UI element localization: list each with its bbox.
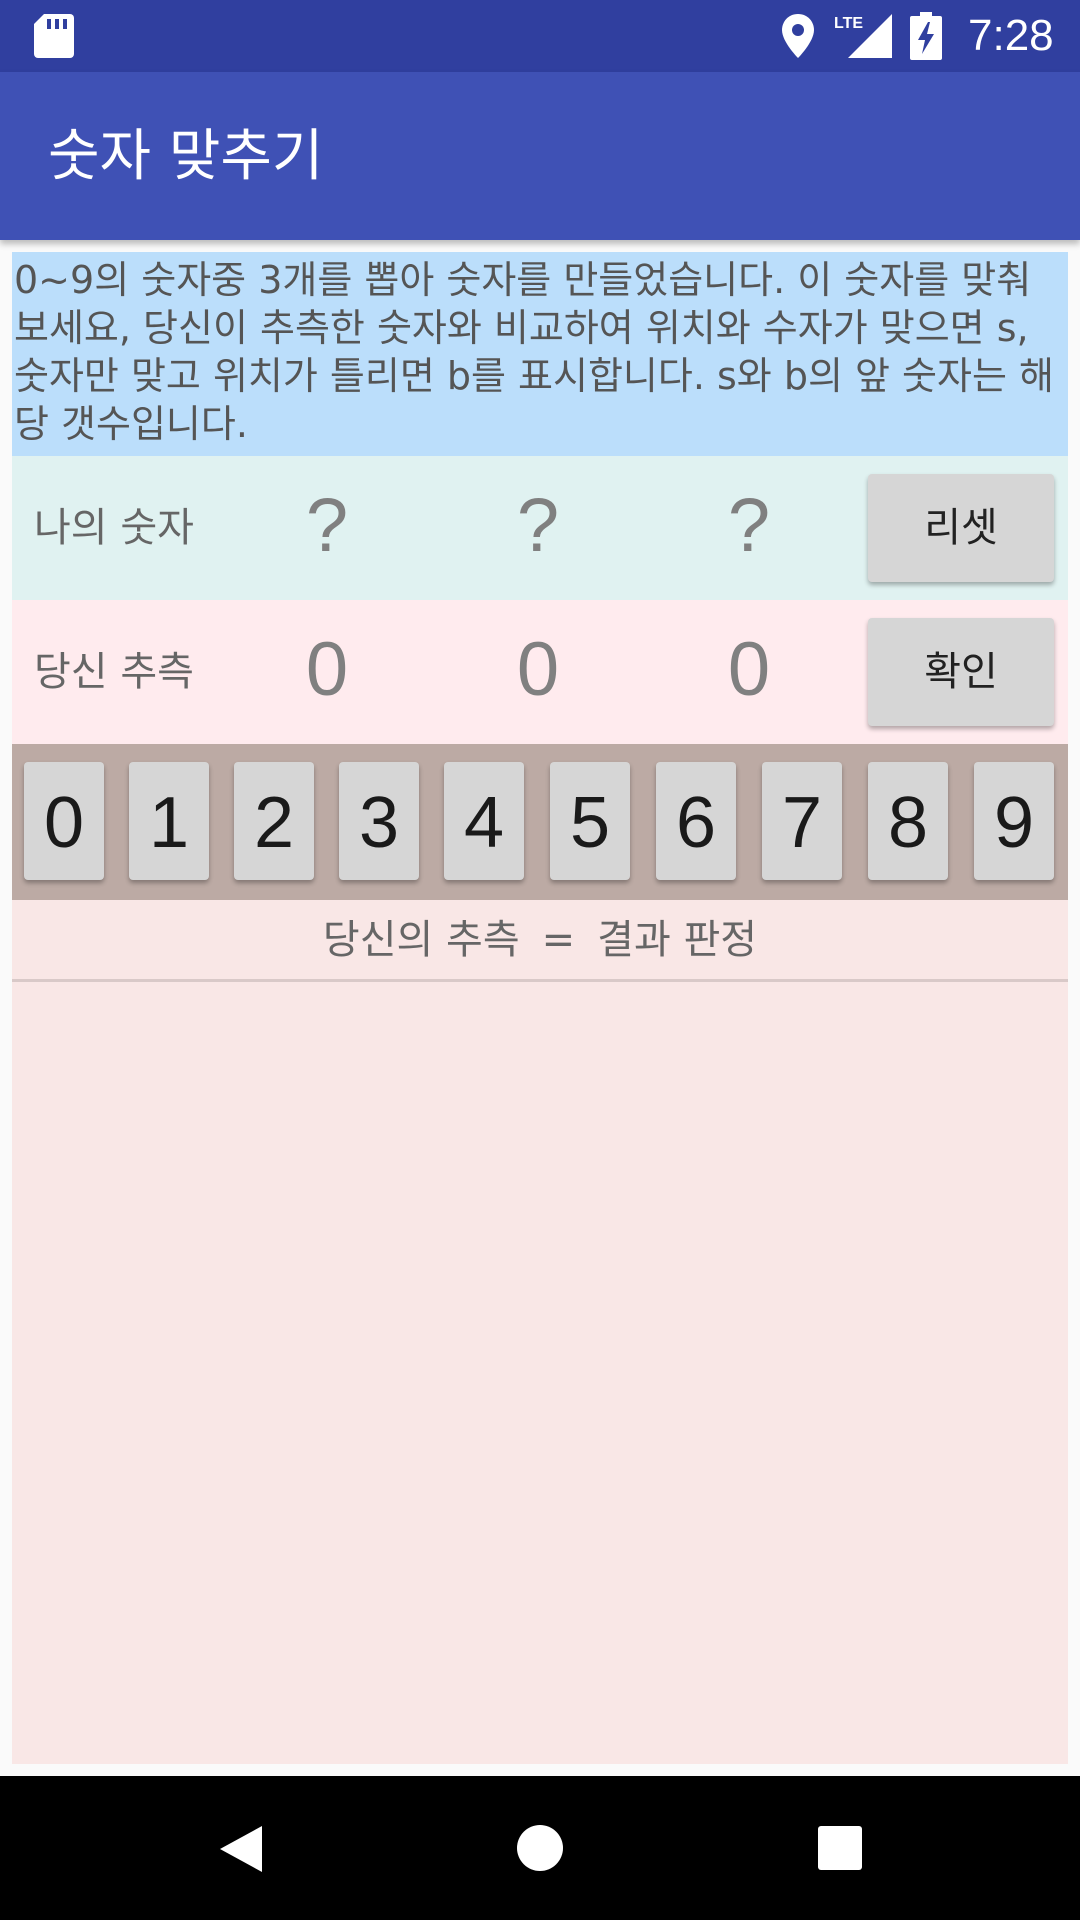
battery-charging-icon: [910, 12, 942, 60]
svg-text:LTE: LTE: [834, 15, 863, 32]
digit-keypad: 0 1 2 3 4 5 6 7 8 9: [12, 744, 1068, 900]
result-header-separator: =: [541, 917, 576, 963]
key-6[interactable]: 6: [656, 762, 736, 880]
my-number-digit-1: ?: [305, 483, 349, 568]
result-header-guess: 당신의 추측: [322, 917, 520, 963]
status-time: 7:28: [968, 11, 1054, 60]
key-2[interactable]: 2: [234, 762, 314, 880]
recent-apps-icon[interactable]: [818, 1826, 862, 1870]
guess-row: 당신 추측 0 0 0 확인: [12, 600, 1068, 744]
page-title: 숫자 맞추기: [48, 124, 324, 189]
key-1[interactable]: 1: [129, 762, 209, 880]
key-0[interactable]: 0: [24, 762, 104, 880]
status-bar: LTE 7:28: [0, 0, 1080, 72]
lte-signal-icon: LTE: [834, 14, 892, 58]
result-header-judgement: 결과 판정: [597, 917, 758, 963]
my-number-row: 나의 숫자 ? ? ? 리셋: [12, 456, 1068, 600]
navigation-bar: [0, 1776, 1080, 1920]
my-number-digit-2: ?: [516, 483, 560, 568]
guess-digit-3[interactable]: 0: [689, 620, 809, 720]
result-list: [12, 982, 1068, 1764]
game-content: 0~9의 숫자중 3개를 뽑아 숫자를 만들었습니다. 이 숫자를 맞춰 보세요…: [12, 252, 1068, 1764]
guess-digit-1[interactable]: 0: [267, 620, 387, 720]
result-header: 당신의 추측 = 결과 판정: [12, 900, 1068, 982]
key-8[interactable]: 8: [868, 762, 948, 880]
key-5[interactable]: 5: [550, 762, 630, 880]
key-7[interactable]: 7: [762, 762, 842, 880]
my-number-label: 나의 숫자: [34, 505, 194, 551]
guess-label: 당신 추측: [34, 649, 194, 695]
back-icon[interactable]: [216, 1824, 264, 1874]
key-4[interactable]: 4: [444, 762, 524, 880]
my-number-digit-3: ?: [727, 483, 771, 568]
instructions-text: 0~9의 숫자중 3개를 뽑아 숫자를 만들었습니다. 이 숫자를 맞춰 보세요…: [12, 252, 1068, 456]
guess-digit-2[interactable]: 0: [478, 620, 598, 720]
key-9[interactable]: 9: [974, 762, 1054, 880]
sd-card-icon: [34, 14, 74, 58]
reset-button[interactable]: 리셋: [868, 474, 1054, 582]
home-icon[interactable]: [516, 1824, 564, 1872]
app-bar: 숫자 맞추기: [0, 72, 1080, 240]
key-3[interactable]: 3: [339, 762, 419, 880]
location-icon: [782, 14, 814, 58]
confirm-button[interactable]: 확인: [868, 618, 1054, 726]
